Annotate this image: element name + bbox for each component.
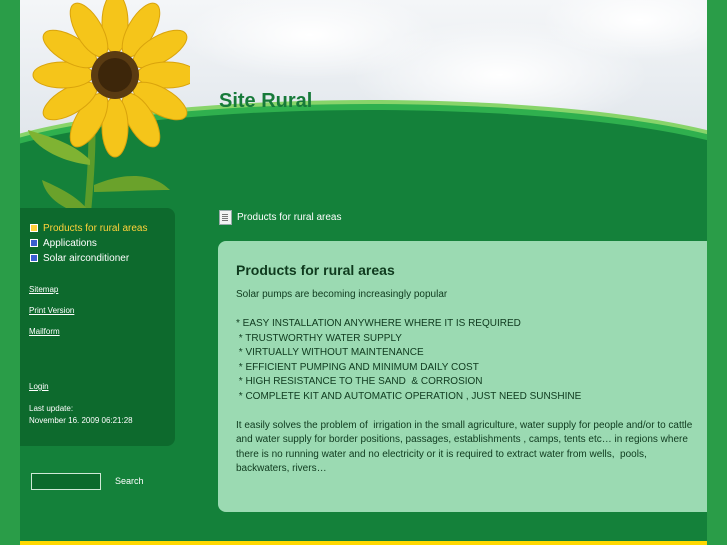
login-link[interactable]: Login: [29, 382, 49, 391]
search-button[interactable]: Search: [115, 476, 144, 486]
nav-item-applications[interactable]: Applications: [30, 238, 97, 249]
nav-item-solar-airconditioner[interactable]: Solar airconditioner: [30, 253, 129, 264]
site-title[interactable]: Site Rural: [219, 90, 312, 113]
last-update-label: Last update:: [29, 404, 74, 413]
last-update-value: November 16. 2009 06:21:28: [29, 416, 133, 425]
nav-bullet-icon: [30, 254, 38, 263]
content-body: Solar pumps are becoming increasingly po…: [236, 289, 693, 474]
sitemap-link[interactable]: Sitemap: [29, 285, 58, 294]
footer-bar: [20, 541, 707, 545]
content-panel: Products for rural areas Solar pumps are…: [218, 241, 707, 512]
print-version-link[interactable]: Print Version: [29, 306, 74, 315]
sidebar: Products for rural areas Applications So…: [20, 208, 175, 446]
breadcrumb-label[interactable]: Products for rural areas: [237, 212, 342, 223]
nav-item-label: Solar airconditioner: [43, 253, 130, 264]
breadcrumb: Products for rural areas: [219, 210, 342, 225]
content-title: Products for rural areas: [236, 262, 395, 278]
nav-item-label: Products for rural areas: [43, 223, 148, 234]
document-icon: [219, 210, 232, 225]
search-input[interactable]: [31, 473, 101, 490]
nav-bullet-icon: [30, 224, 38, 233]
nav-bullet-icon: [30, 239, 38, 248]
nav-item-label: Applications: [43, 238, 97, 249]
nav-item-products[interactable]: Products for rural areas: [30, 223, 148, 234]
mailform-link[interactable]: Mailform: [29, 327, 60, 336]
